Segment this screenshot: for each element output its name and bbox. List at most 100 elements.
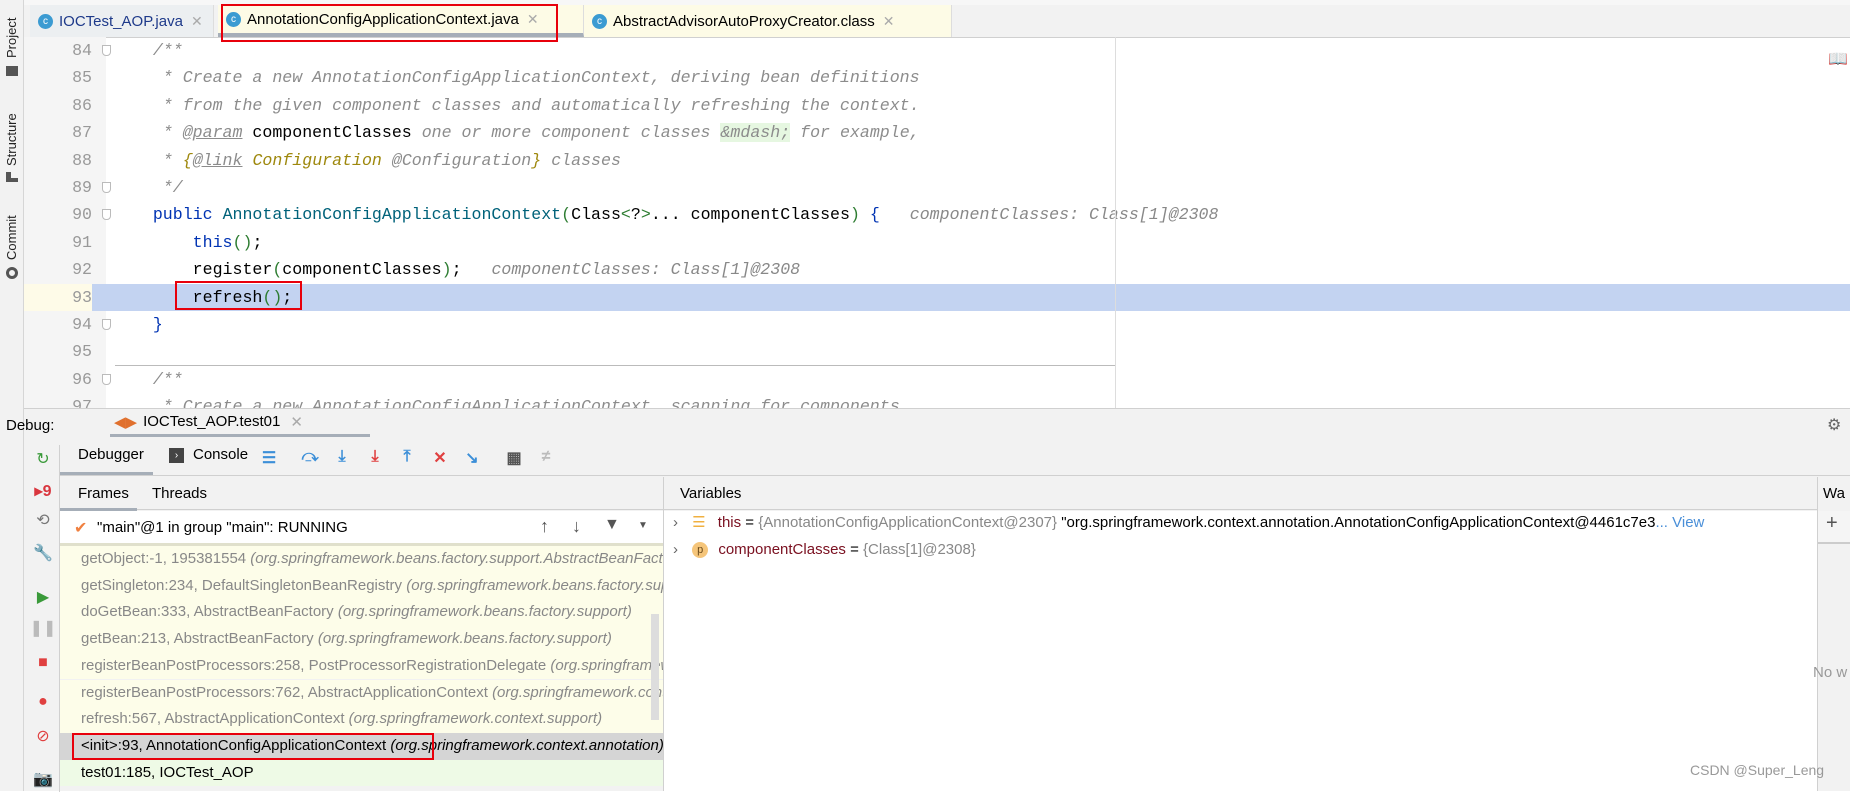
line-number[interactable]: 97 — [24, 393, 92, 408]
reader-mode-icon[interactable]: 📖 — [1828, 49, 1848, 69]
pause-icon[interactable]: ❚❚ — [30, 618, 57, 638]
chevron-right-icon[interactable]: › — [673, 541, 678, 558]
mute-breakpoints-icon[interactable]: ⊘ — [33, 726, 53, 746]
stop-icon[interactable]: ■ — [33, 653, 53, 673]
show-execution-point-icon[interactable]: ☰ — [259, 448, 279, 468]
evaluate-expression-icon[interactable]: ▦ — [504, 448, 524, 468]
step-out-icon[interactable]: ⤒ — [397, 448, 417, 468]
line-number[interactable]: 94 — [24, 311, 92, 338]
tab-frames[interactable]: Frames — [78, 485, 129, 502]
line-number[interactable]: 85 — [24, 64, 92, 91]
fold-marker-icon[interactable] — [102, 182, 111, 193]
fold-marker-icon[interactable] — [102, 45, 111, 56]
debug-session-tab[interactable]: ◀▶ IOCTest_AOP.test01 ✕ — [110, 409, 370, 437]
code-line[interactable]: 85 * Create a new AnnotationConfigApplic… — [24, 64, 1850, 91]
line-number[interactable]: 92 — [24, 256, 92, 283]
line-number[interactable]: 89 — [24, 174, 92, 201]
fold-marker-icon[interactable] — [102, 209, 111, 221]
line-number[interactable]: 96 — [24, 366, 92, 393]
stack-frame[interactable]: registerBeanPostProcessors:762, Abstract… — [60, 679, 663, 707]
chevron-right-icon[interactable]: › — [673, 514, 678, 531]
camera-icon[interactable]: 📷 — [33, 769, 53, 789]
code-line[interactable]: 94 } — [24, 311, 1850, 338]
line-number[interactable]: 95 — [24, 338, 92, 365]
variable-row[interactable]: › p componentClasses = {Class[1]@2308} — [663, 536, 1817, 563]
scrollbar[interactable] — [651, 614, 659, 720]
rerun-icon[interactable]: ↻ — [33, 449, 53, 469]
stack-frame[interactable]: <init>:93, AnnotationConfigApplicationCo… — [60, 732, 663, 760]
code-line[interactable]: 93 refresh(); — [24, 283, 1850, 311]
settings-gear-icon[interactable]: ⚙ — [1827, 415, 1841, 435]
fold-marker-icon[interactable] — [102, 373, 111, 385]
project-tool-button[interactable]: Project — [4, 18, 19, 58]
code-line[interactable]: 91 this(); — [24, 229, 1850, 256]
close-icon[interactable]: ✕ — [883, 13, 895, 30]
parameter-icon: p — [692, 542, 709, 559]
code-line[interactable]: 96 /** — [24, 366, 1850, 393]
code-text: this(); — [192, 232, 263, 252]
line-number[interactable]: 93 — [24, 283, 92, 311]
fold-marker-icon[interactable] — [102, 319, 111, 330]
code-editor[interactable]: 84 /** 85 * Create a new AnnotationConfig… — [24, 37, 1850, 408]
line-number[interactable]: 84 — [24, 37, 92, 64]
java-class-icon: c — [38, 13, 53, 29]
stack-frame[interactable]: test01:185, IOCTest_AOP — [60, 759, 663, 787]
step-into-icon[interactable]: ⤓ — [332, 448, 352, 468]
tab-ioctest-aop[interactable]: c IOCTest_AOP.java ✕ — [30, 5, 214, 37]
close-icon[interactable]: ✕ — [191, 13, 203, 30]
code-text: * @param componentClasses one or more co… — [113, 123, 920, 143]
frame-package: (org.springframework.beans.factory.suppo… — [337, 603, 632, 621]
restore-layout-icon[interactable]: ⟲ — [33, 510, 53, 530]
run-to-cursor-icon[interactable]: ↘ — [462, 448, 482, 468]
frame-method: refresh:567, AbstractApplicationContext — [81, 710, 345, 728]
line-number[interactable]: 88 — [24, 147, 92, 174]
stack-frame[interactable]: doGetBean:333, AbstractBeanFactory (org.… — [60, 599, 663, 627]
frame-method: getSingleton:234, DefaultSingletonBeanRe… — [81, 576, 403, 594]
stack-frame[interactable]: getObject:-1, 195381554 (org.springframe… — [60, 546, 663, 573]
frame-package: (org.springframework.context.support) — [550, 656, 663, 674]
resume-icon[interactable]: ▶ — [33, 587, 53, 607]
line-number[interactable]: 90 — [24, 201, 92, 228]
code-line[interactable]: 86 * from the given component classes an… — [24, 92, 1850, 119]
tab-debugger[interactable]: Debugger — [78, 446, 144, 463]
tab-annotation-config-application-context[interactable]: c AnnotationConfigApplicationContext.jav… — [218, 5, 584, 37]
line-number[interactable]: 91 — [24, 229, 92, 256]
code-line[interactable]: 89 */ — [24, 174, 1850, 201]
code-line[interactable]: 84 /** — [24, 37, 1850, 64]
line-number[interactable]: 86 — [24, 92, 92, 119]
stack-frame[interactable]: getSingleton:234, DefaultSingletonBeanRe… — [60, 572, 663, 600]
filter-icon[interactable]: ▼ — [604, 516, 620, 534]
drop-frame-icon[interactable]: ✕ — [430, 448, 450, 468]
line-number[interactable]: 87 — [24, 119, 92, 146]
tab-threads[interactable]: Threads — [152, 485, 207, 502]
structure-tool-button[interactable]: Structure — [4, 113, 19, 166]
view-link[interactable]: ... View — [1655, 514, 1704, 531]
code-line[interactable]: 87 * @param componentClasses one or more… — [24, 119, 1850, 146]
force-step-into-icon[interactable]: ⤓ — [365, 448, 385, 468]
view-breakpoints-icon[interactable]: ● — [33, 692, 53, 712]
frame-method: <init>:93, AnnotationConfigApplicationCo… — [81, 736, 387, 754]
tab-abstract-advisor-auto-proxy-creator[interactable]: c AbstractAdvisorAutoProxyCreator.class … — [584, 5, 952, 37]
wrench-icon[interactable]: 🔧 — [33, 543, 53, 563]
stack-frame[interactable]: refresh:567, AbstractApplicationContext … — [60, 706, 663, 733]
thread-selector[interactable]: ✔ "main"@1 in group "main": RUNNING ↑ ↓ … — [60, 511, 663, 546]
code-line[interactable]: 92 register(componentClasses); component… — [24, 256, 1850, 283]
variable-row[interactable]: › ☰ this = {AnnotationConfigApplicationC… — [663, 509, 1817, 536]
step-over-icon[interactable]: ⤼ — [300, 448, 320, 468]
chevron-down-icon[interactable]: ▼ — [638, 520, 648, 531]
rerun-failed-tests-icon[interactable]: ▸9 — [33, 481, 53, 501]
tab-console[interactable]: Console — [193, 446, 248, 463]
trace-stream-icon[interactable]: ≠ — [536, 448, 556, 468]
code-line[interactable]: 97 * Create a new AnnotationConfigApplic… — [24, 393, 1850, 408]
arrow-up-icon[interactable]: ↑ — [540, 516, 549, 537]
arrow-down-icon[interactable]: ↓ — [572, 516, 581, 537]
code-line[interactable]: 88 * {@link Configuration @Configuration… — [24, 147, 1850, 174]
close-icon[interactable]: ✕ — [527, 11, 539, 28]
code-line[interactable]: 95 — [24, 338, 1850, 365]
commit-tool-button[interactable]: Commit — [4, 215, 19, 260]
add-watch-icon[interactable]: + — [1826, 512, 1838, 535]
code-line[interactable]: 90 public AnnotationConfigApplicationCon… — [24, 201, 1850, 228]
close-icon[interactable]: ✕ — [290, 413, 303, 431]
stack-frame[interactable]: registerBeanPostProcessors:258, PostProc… — [60, 652, 663, 680]
stack-frame[interactable]: getBean:213, AbstractBeanFactory (org.sp… — [60, 626, 663, 653]
